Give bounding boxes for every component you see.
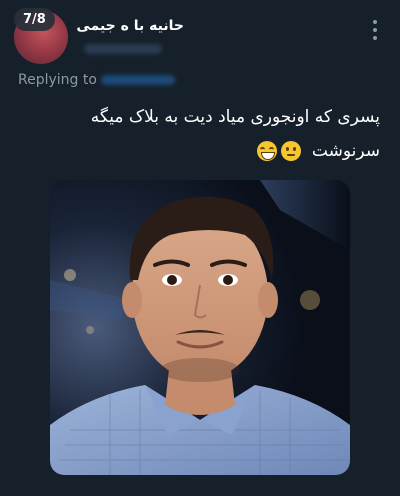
tweet-text-line-2-words: سرنوشت	[311, 141, 380, 161]
tweet-text-line-2: سرنوشت	[40, 134, 380, 168]
tweet-header: 7/8 حانیه با ه جیمی	[0, 0, 400, 66]
redacted-mention[interactable]	[100, 75, 175, 85]
tweet-text: پسری که اونجوری میاد دیت به بلاک میگه سر…	[40, 100, 380, 168]
redacted-handle	[84, 44, 162, 54]
display-name[interactable]: حانیه با ه جیمی	[76, 18, 184, 34]
replying-to-label: Replying to	[18, 72, 97, 88]
replying-to-line: Replying to	[18, 72, 175, 88]
portrait-illustration	[50, 180, 350, 475]
emoji-group	[256, 141, 301, 161]
grinning-squinting-face-icon	[256, 141, 277, 161]
more-options-icon[interactable]	[372, 20, 378, 40]
tweet-text-line-1: پسری که اونجوری میاد دیت به بلاک میگه	[90, 107, 380, 127]
tweet-photo[interactable]	[50, 180, 350, 475]
thread-counter-badge: 7/8	[14, 8, 55, 31]
slightly-frowning-face-icon	[280, 141, 301, 161]
